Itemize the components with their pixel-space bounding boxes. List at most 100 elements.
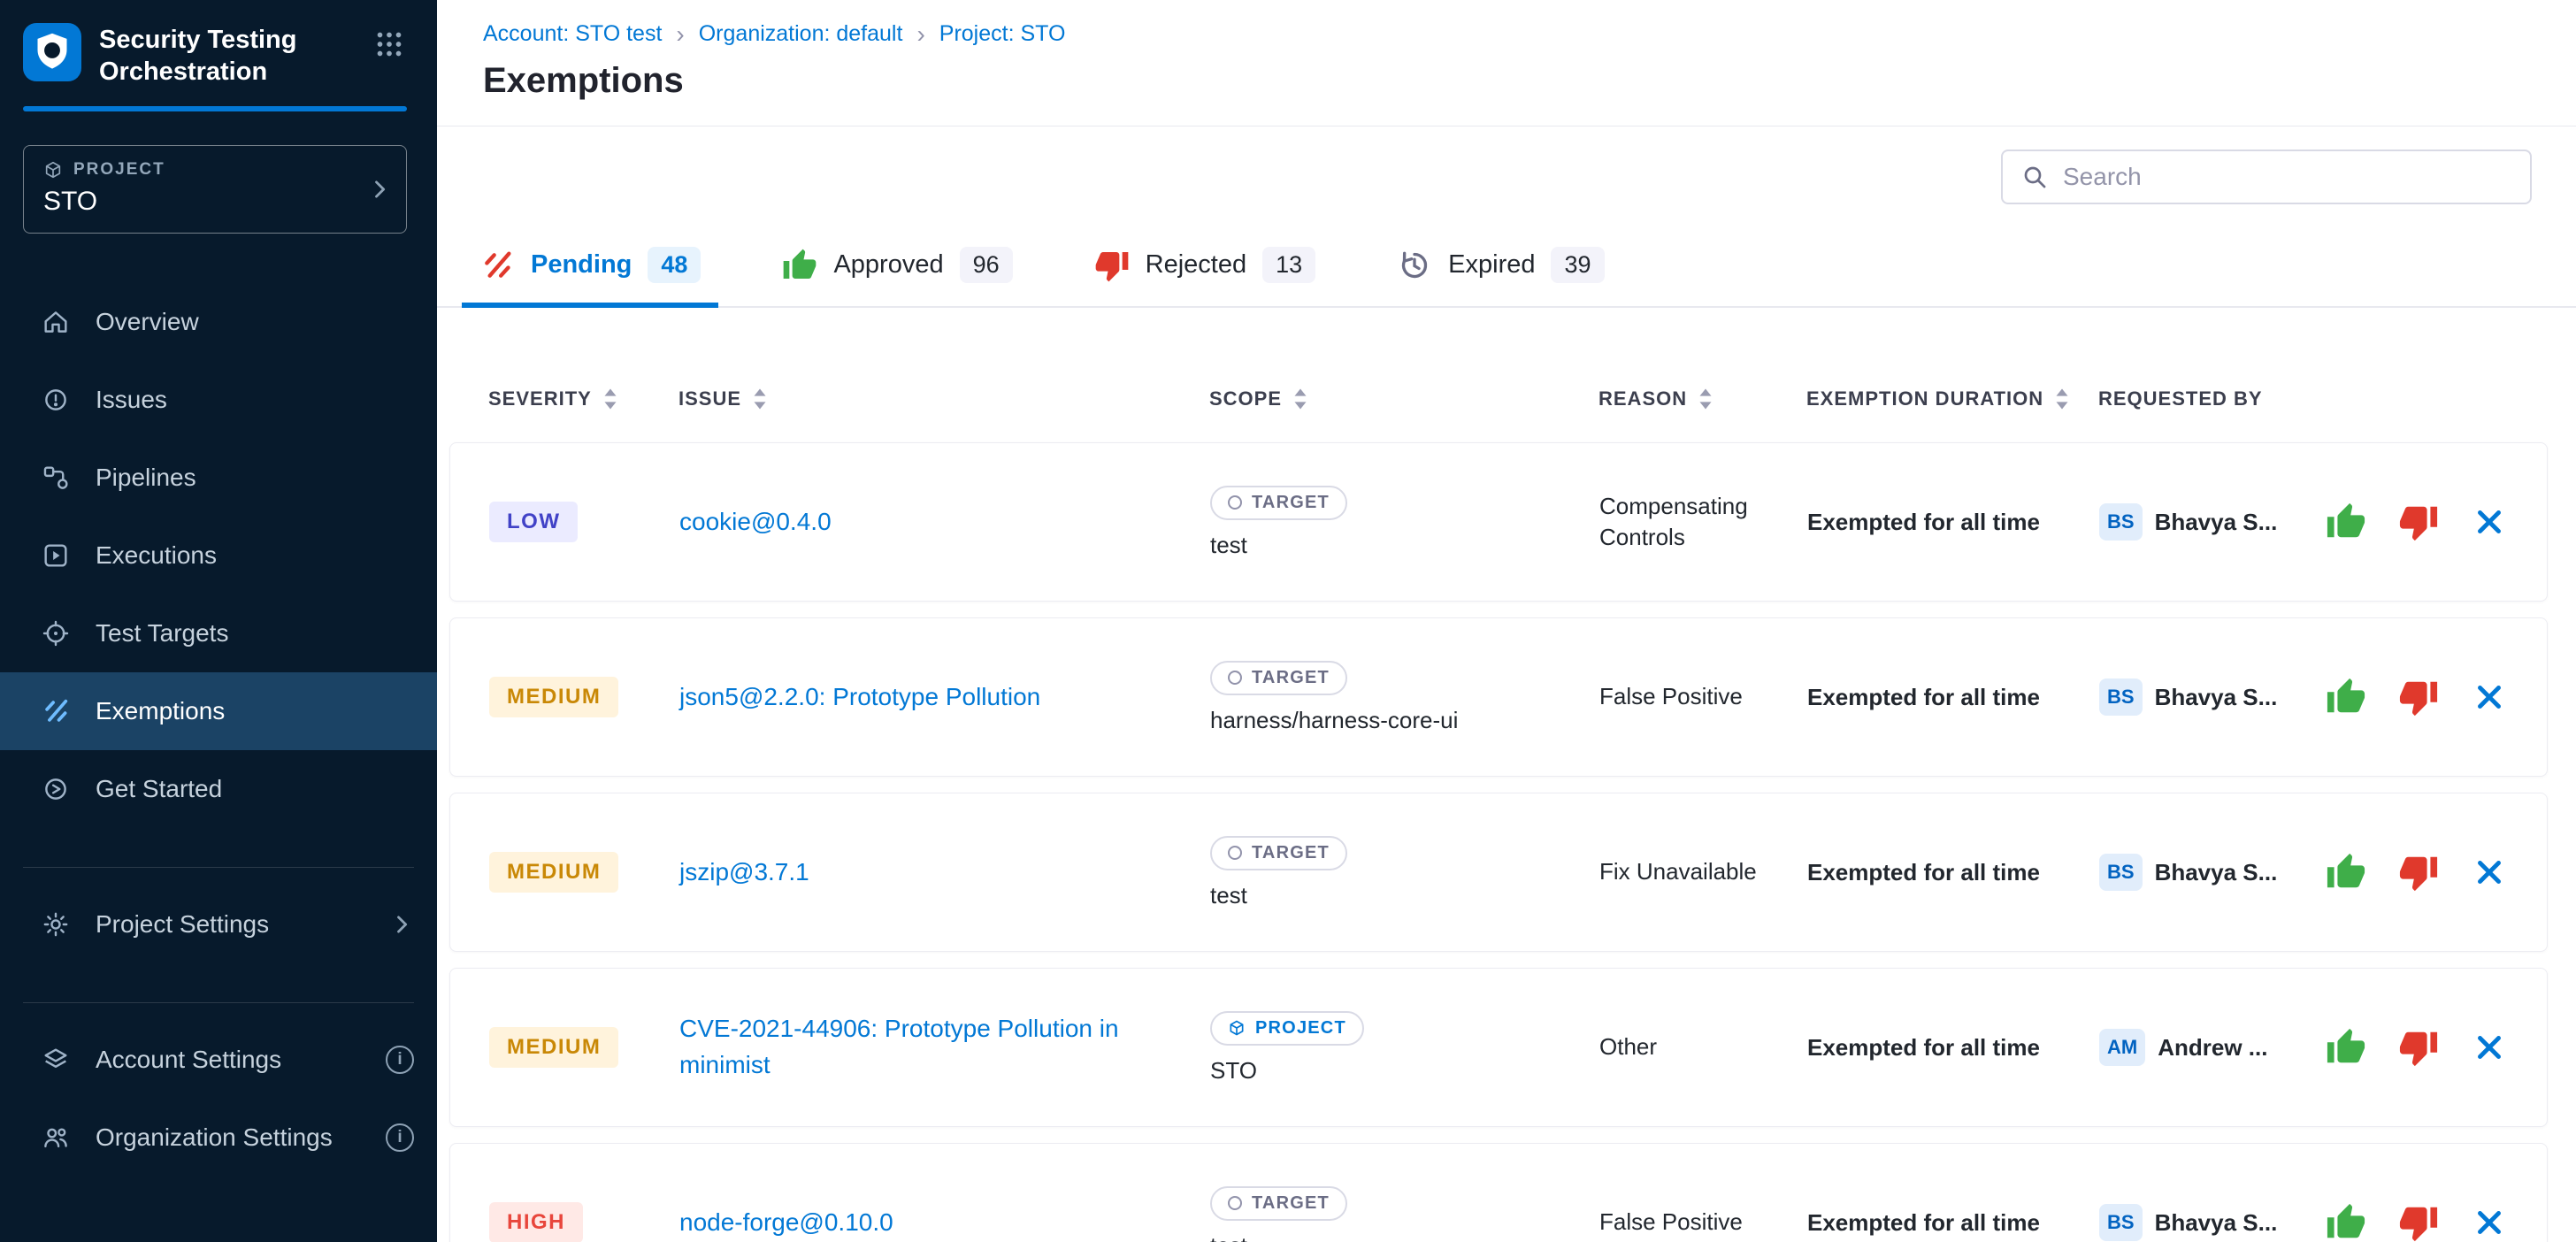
column-header-reason[interactable]: REASON — [1598, 387, 1806, 410]
close-icon — [2471, 1029, 2508, 1066]
table-row[interactable]: HIGH node-forge@0.10.0 TARGET test False… — [449, 1143, 2548, 1242]
table-row[interactable]: LOW cookie@0.4.0 TARGET test Compensatin… — [449, 442, 2548, 602]
column-header-exemption-duration[interactable]: EXEMPTION DURATION — [1806, 387, 2098, 410]
breadcrumb-project-link[interactable]: Project: STO — [939, 21, 1066, 47]
reject-button[interactable] — [2398, 1202, 2439, 1242]
tab-label: Approved — [833, 250, 943, 280]
apps-grid-icon[interactable] — [368, 23, 410, 68]
scope-type-chip: TARGET — [1210, 1186, 1347, 1221]
target-circle-icon — [1228, 1196, 1242, 1210]
sidebar-item-label: Project Settings — [96, 910, 269, 939]
column-header-severity[interactable]: SEVERITY — [488, 387, 678, 410]
issue-cell: json5@2.2.0: Prototype Pollution — [679, 679, 1210, 716]
breadcrumb-organization-link[interactable]: Organization: default — [699, 21, 903, 47]
column-header-issue[interactable]: ISSUE — [678, 387, 1209, 410]
scope-type-chip: TARGET — [1210, 836, 1347, 870]
issue-cell: CVE-2021-44906: Prototype Pollution in m… — [679, 1011, 1210, 1083]
row-actions — [2316, 677, 2508, 717]
info-icon[interactable]: i — [386, 1123, 414, 1152]
scope-type-label: TARGET — [1252, 493, 1330, 513]
requested-by-cell: BS Bhavya S... — [2099, 678, 2316, 716]
tab-count-badge: 39 — [1551, 247, 1604, 283]
tab-rejected[interactable]: Rejected 13 — [1077, 227, 1334, 308]
reject-button[interactable] — [2398, 852, 2439, 893]
issue-link[interactable]: cookie@0.4.0 — [679, 504, 856, 540]
approve-button[interactable] — [2326, 1027, 2366, 1068]
sidebar-item-exemptions[interactable]: Exemptions — [0, 672, 437, 750]
search-input[interactable] — [2063, 163, 2512, 191]
column-label: REASON — [1598, 387, 1687, 410]
sidebar-divider — [23, 1002, 414, 1003]
thumbs-up-icon — [2326, 677, 2366, 717]
project-cube-icon — [1228, 1019, 1246, 1037]
thumbs-down-icon — [2398, 677, 2439, 717]
cancel-request-button[interactable] — [2471, 503, 2508, 540]
table-row[interactable]: MEDIUM CVE-2021-44906: Prototype Polluti… — [449, 968, 2548, 1127]
thumbs-up-icon — [2326, 852, 2366, 893]
requested-by-name: Andrew ... — [2158, 1034, 2267, 1062]
approve-button[interactable] — [2326, 502, 2366, 542]
requested-by-cell: BS Bhavya S... — [2099, 854, 2316, 891]
approve-button[interactable] — [2326, 852, 2366, 893]
severity-badge: MEDIUM — [489, 852, 618, 893]
table-row[interactable]: MEDIUM jszip@3.7.1 TARGET test Fix Unava… — [449, 793, 2548, 952]
sidebar-item-get-started[interactable]: Get Started — [0, 750, 437, 828]
module-accent-bar — [23, 106, 407, 111]
sidebar-item-pipelines[interactable]: Pipelines — [0, 439, 437, 517]
sidebar-item-project-settings[interactable]: Project Settings — [0, 886, 437, 963]
avatar: BS — [2099, 678, 2143, 716]
issue-link[interactable]: jszip@3.7.1 — [679, 855, 834, 891]
tab-label: Rejected — [1146, 250, 1246, 280]
sidebar-item-executions[interactable]: Executions — [0, 517, 437, 594]
avatar: AM — [2099, 1029, 2145, 1066]
project-selector-label: PROJECT — [73, 160, 165, 180]
tab-count-badge: 13 — [1262, 247, 1315, 283]
breadcrumb-account-link[interactable]: Account: STO test — [483, 21, 662, 47]
issue-cell: node-forge@0.10.0 — [679, 1205, 1210, 1241]
thumbs-up-icon — [782, 248, 817, 283]
severity-badge: LOW — [489, 502, 578, 542]
reject-button[interactable] — [2398, 502, 2439, 542]
reject-button[interactable] — [2398, 677, 2439, 717]
sidebar-item-organization-settings[interactable]: Organization Settings i — [0, 1099, 437, 1177]
get-started-icon — [41, 774, 71, 804]
scope-type-label: TARGET — [1252, 1193, 1330, 1214]
tab-pending[interactable]: Pending 48 — [462, 227, 718, 308]
sidebar-item-issues[interactable]: Issues — [0, 361, 437, 439]
issue-link[interactable]: node-forge@0.10.0 — [679, 1205, 918, 1241]
approve-button[interactable] — [2326, 677, 2366, 717]
row-actions — [2316, 502, 2508, 542]
breadcrumb: Account: STO test › Organization: defaul… — [483, 21, 2532, 47]
issue-link[interactable]: CVE-2021-44906: Prototype Pollution in m… — [679, 1011, 1210, 1083]
chevron-separator: › — [916, 22, 924, 47]
chevron-separator: › — [676, 22, 684, 47]
cancel-request-button[interactable] — [2471, 1029, 2508, 1066]
tab-expired[interactable]: Expired 39 — [1379, 227, 1622, 308]
info-icon[interactable]: i — [386, 1046, 414, 1074]
reason-cell: False Positive — [1599, 681, 1807, 712]
clock-history-icon — [1397, 248, 1432, 283]
tab-label: Expired — [1448, 250, 1535, 280]
project-cube-icon — [43, 160, 63, 180]
issue-link[interactable]: json5@2.2.0: Prototype Pollution — [679, 679, 1065, 716]
sidebar-item-overview[interactable]: Overview — [0, 283, 437, 361]
cancel-request-button[interactable] — [2471, 1204, 2508, 1241]
cancel-request-button[interactable] — [2471, 678, 2508, 716]
tab-approved[interactable]: Approved 96 — [764, 227, 1030, 308]
sidebar-item-test-targets[interactable]: Test Targets — [0, 594, 437, 672]
scope-name: harness/harness-core-ui — [1210, 707, 1458, 734]
table-row[interactable]: MEDIUM json5@2.2.0: Prototype Pollution … — [449, 617, 2548, 777]
sidebar-item-account-settings[interactable]: Account Settings i — [0, 1021, 437, 1099]
column-header-requested-by[interactable]: REQUESTED BY — [2098, 387, 2315, 410]
target-circle-icon — [1228, 671, 1242, 685]
reject-button[interactable] — [2398, 1027, 2439, 1068]
reason-cell: False Positive — [1599, 1207, 1807, 1238]
project-selector[interactable]: PROJECT STO — [23, 145, 407, 234]
tab-count-badge: 96 — [960, 247, 1013, 283]
chevron-right-icon — [367, 177, 392, 202]
column-label: SEVERITY — [488, 387, 592, 410]
cancel-request-button[interactable] — [2471, 854, 2508, 891]
column-header-scope[interactable]: SCOPE — [1209, 387, 1598, 410]
approve-button[interactable] — [2326, 1202, 2366, 1242]
scope-cell: TARGET test — [1210, 1186, 1599, 1242]
